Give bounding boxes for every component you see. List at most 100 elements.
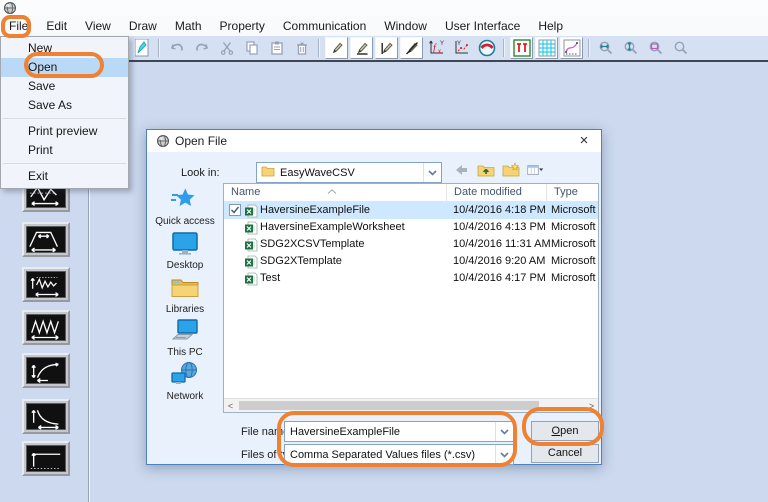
place-label: Network xyxy=(151,391,219,402)
scrollbar-thumb[interactable] xyxy=(239,401,539,410)
place-quick-access[interactable]: Quick access xyxy=(151,186,219,227)
pencil-diagonal-icon[interactable] xyxy=(400,37,423,59)
cut-icon[interactable] xyxy=(215,37,238,59)
close-icon[interactable]: × xyxy=(573,131,595,151)
pencil-horizontal-icon[interactable] xyxy=(350,37,373,59)
scroll-right-icon[interactable]: > xyxy=(585,400,598,412)
new-folder-icon[interactable] xyxy=(502,162,520,178)
file-row-haversineexampleworksheet[interactable]: HaversineExampleWorksheet10/4/2016 4:13 … xyxy=(224,219,598,236)
sawtooth-wave-icon xyxy=(26,314,66,341)
cancel-button[interactable]: Cancel xyxy=(531,444,599,463)
file-row-haversineexamplefile[interactable]: HaversineExampleFile10/4/2016 4:18 PMMic… xyxy=(224,202,598,219)
menu-item-property[interactable]: Property xyxy=(211,16,274,36)
menu-item-window[interactable]: Window xyxy=(375,16,436,36)
send-wave-icon[interactable] xyxy=(475,37,498,59)
pencil-vertical-icon[interactable] xyxy=(375,37,398,59)
dc-wave-button[interactable] xyxy=(22,441,70,476)
undo-icon[interactable] xyxy=(165,37,188,59)
files-of-type-combobox[interactable]: Comma Separated Values files (*.csv) xyxy=(284,444,514,465)
file-row-sdg2xtemplate[interactable]: SDG2XTemplate 10/4/2016 9:20 AM Microsoft xyxy=(224,253,598,270)
sawtooth-wave-button[interactable] xyxy=(22,310,70,345)
menu-item-view[interactable]: View xyxy=(76,16,120,36)
view-menu-icon[interactable] xyxy=(527,162,545,178)
menu-item-help[interactable]: Help xyxy=(529,16,572,36)
menu-item-edit[interactable]: Edit xyxy=(37,16,76,36)
point-editor-icon[interactable]: Y xyxy=(450,37,473,59)
zoom-horizontal-icon[interactable] xyxy=(595,37,618,59)
column-header-type[interactable]: Type xyxy=(547,184,598,201)
file-menu-item-new[interactable]: New xyxy=(1,39,128,58)
exp-decay-wave-icon xyxy=(26,403,66,430)
file-menu-item-save-as[interactable]: Save As xyxy=(1,96,128,115)
files-of-type-value: Comma Separated Values files (*.csv) xyxy=(285,449,495,461)
file-menu-item-save[interactable]: Save xyxy=(1,77,128,96)
zoom-out-icon[interactable] xyxy=(670,37,693,59)
place-desktop[interactable]: Desktop xyxy=(151,230,219,271)
menu-bar: FileEditViewDrawMathPropertyCommunicatio… xyxy=(0,16,768,36)
equation-editor-icon[interactable]: fxY xyxy=(425,37,448,59)
sort-ascending-icon xyxy=(327,185,337,197)
exp-rise-wave-button[interactable] xyxy=(22,353,70,388)
open-button[interactable]: Open xyxy=(531,421,599,441)
exp-rise-wave-icon xyxy=(26,357,66,384)
menu-separator xyxy=(3,118,126,119)
copy-icon[interactable] xyxy=(240,37,263,59)
checked-checkbox-icon[interactable] xyxy=(229,204,241,219)
menu-item-draw[interactable]: Draw xyxy=(120,16,166,36)
delete-icon[interactable] xyxy=(290,37,313,59)
marker-icon[interactable] xyxy=(510,37,533,59)
this-pc-icon xyxy=(151,317,219,346)
scroll-left-icon[interactable]: < xyxy=(224,400,237,412)
menu-item-user-interface[interactable]: User Interface xyxy=(436,16,529,36)
grid-icon[interactable] xyxy=(535,37,558,59)
file-menu-item-print[interactable]: Print xyxy=(1,141,128,160)
draw-tool-partial-icon[interactable] xyxy=(130,37,153,59)
quick-access-icon xyxy=(151,186,219,215)
menu-item-communication[interactable]: Communication xyxy=(274,16,375,36)
noise-wave-button[interactable] xyxy=(22,267,70,302)
chevron-down-icon[interactable] xyxy=(495,422,513,441)
file-list: Name Date modified Type HaversineExample… xyxy=(223,183,599,413)
file-row-sdg2xcsvtemplate[interactable]: SDG2XCSVTemplate10/4/2016 11:31 AMMicros… xyxy=(224,236,598,253)
svg-text:Y: Y xyxy=(440,41,444,47)
file-name-cell: SDG2XCSVTemplate xyxy=(260,236,365,253)
libraries-icon xyxy=(151,274,219,303)
date-modified-cell: 10/4/2016 9:20 AM xyxy=(453,253,545,270)
file-menu-item-exit[interactable]: Exit xyxy=(1,167,128,186)
trapezoid-wave-icon xyxy=(26,226,66,253)
look-in-combobox[interactable]: EasyWaveCSV xyxy=(256,162,442,183)
menu-item-file[interactable]: File xyxy=(0,16,37,36)
file-name-cell: HaversineExampleWorksheet xyxy=(260,219,405,236)
date-modified-cell: 10/4/2016 4:17 PM xyxy=(453,270,546,287)
horizontal-scrollbar[interactable]: < > xyxy=(224,398,598,412)
column-header-date-modified[interactable]: Date modified xyxy=(447,184,547,201)
chevron-down-icon[interactable] xyxy=(423,163,441,182)
dialog-globe-icon xyxy=(156,134,170,148)
open-file-dialog: Open File × Look in: EasyWaveCSV Quick a… xyxy=(146,129,602,465)
dialog-titlebar[interactable]: Open File × xyxy=(147,130,601,152)
folder-up-icon[interactable] xyxy=(477,162,495,178)
type-cell: Microsoft xyxy=(551,253,597,270)
file-menu-item-open[interactable]: Open xyxy=(1,58,128,77)
svg-text:Y: Y xyxy=(457,41,461,47)
paste-icon[interactable] xyxy=(265,37,288,59)
zoom-vertical-icon[interactable] xyxy=(620,37,643,59)
place-label: Desktop xyxy=(151,260,219,271)
interpolation-icon[interactable] xyxy=(560,37,583,59)
exp-decay-wave-button[interactable] xyxy=(22,399,70,434)
chevron-down-icon[interactable] xyxy=(495,445,513,464)
place-libraries[interactable]: Libraries xyxy=(151,274,219,315)
toolbar-separator xyxy=(503,39,505,57)
place-network[interactable]: Network xyxy=(151,361,219,402)
file-menu-item-print-preview[interactable]: Print preview xyxy=(1,122,128,141)
back-icon[interactable] xyxy=(452,162,470,178)
place-this-pc[interactable]: This PC xyxy=(151,317,219,358)
trapezoid-wave-button[interactable] xyxy=(22,222,70,257)
redo-icon[interactable] xyxy=(190,37,213,59)
pencil-free-icon[interactable] xyxy=(325,37,348,59)
file-name-combobox[interactable]: HaversineExampleFile xyxy=(284,421,514,442)
file-row-test[interactable]: Test10/4/2016 4:17 PMMicrosoft xyxy=(224,270,598,287)
menu-item-math[interactable]: Math xyxy=(166,16,211,36)
zoom-window-icon[interactable] xyxy=(645,37,668,59)
file-name-cell: SDG2XTemplate xyxy=(260,253,342,270)
